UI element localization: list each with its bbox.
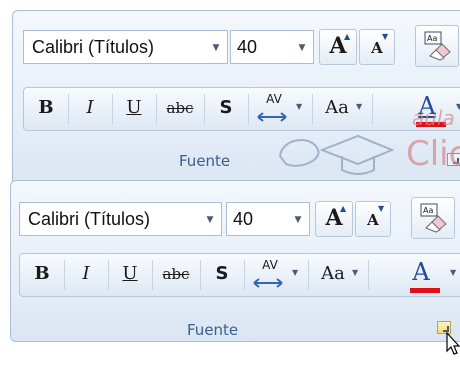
separator xyxy=(248,94,249,124)
separator xyxy=(204,94,205,124)
grow-font-button[interactable]: A ▲ xyxy=(315,201,353,237)
chevron-down-icon: ▼ xyxy=(356,102,363,111)
font-size-combo[interactable]: 40 ▼ xyxy=(226,202,310,236)
font-name-combo[interactable]: Calibri (Títulos) ▼ xyxy=(23,30,228,64)
chevron-down-icon: ▼ xyxy=(292,268,299,277)
spacing-arrows-icon xyxy=(253,278,283,288)
clear-formatting-button[interactable]: Aa xyxy=(411,197,455,239)
separator xyxy=(244,260,245,290)
chevron-down-icon[interactable]: ▼ xyxy=(209,41,223,55)
strikethrough-button[interactable]: abc xyxy=(158,88,202,130)
shadow-button[interactable]: S xyxy=(206,88,246,130)
font-color-button[interactable]: A ▼ xyxy=(404,88,460,130)
chevron-down-icon[interactable]: ▼ xyxy=(291,213,305,227)
shrink-font-icon: A xyxy=(371,39,383,57)
strikethrough-button[interactable]: abc xyxy=(154,254,198,296)
underline-button[interactable]: U xyxy=(110,254,150,296)
character-spacing-button[interactable]: AV ▼ xyxy=(250,88,310,130)
grow-font-button[interactable]: A ▲ xyxy=(319,29,357,65)
italic-button[interactable]: I xyxy=(70,88,110,130)
font-color-swatch xyxy=(410,288,440,293)
font-color-swatch xyxy=(416,122,446,127)
spacing-arrows-icon xyxy=(257,112,287,122)
font-size-value: 40 xyxy=(237,37,258,57)
separator xyxy=(64,260,65,290)
separator xyxy=(372,94,373,124)
chevron-down-icon: ▼ xyxy=(456,102,460,111)
separator xyxy=(156,94,157,124)
font-group-panel-bottom: Calibri (Títulos) ▼ 40 ▼ A ▲ A ▼ Aa B I … xyxy=(10,180,460,342)
shrink-font-icon: A xyxy=(367,211,379,229)
underline-button[interactable]: U xyxy=(114,88,154,130)
clear-formatting-button[interactable]: Aa xyxy=(415,25,459,67)
chevron-down-icon: ▼ xyxy=(450,268,457,277)
svg-text:Aa: Aa xyxy=(423,206,433,215)
shrink-font-button[interactable]: A ▼ xyxy=(359,29,395,65)
clear-formatting-icon: Aa xyxy=(424,31,451,61)
clear-formatting-icon: Aa xyxy=(420,203,447,233)
mouse-cursor-icon xyxy=(446,332,460,355)
italic-button[interactable]: I xyxy=(66,254,106,296)
font-name-value: Calibri (Títulos) xyxy=(32,37,155,57)
separator xyxy=(112,94,113,124)
change-case-button[interactable]: Aa ▼ xyxy=(310,254,366,296)
font-size-combo[interactable]: 40 ▼ xyxy=(230,30,314,64)
chevron-down-icon: ▼ xyxy=(296,102,303,111)
arrow-down-icon: ▼ xyxy=(378,204,385,213)
shadow-button[interactable]: S xyxy=(202,254,242,296)
separator xyxy=(68,94,69,124)
chevron-down-icon[interactable]: ▼ xyxy=(203,213,217,227)
bold-button[interactable]: B xyxy=(22,254,62,296)
separator xyxy=(152,260,153,290)
chevron-down-icon[interactable]: ▼ xyxy=(295,41,309,55)
chevron-down-icon: ▼ xyxy=(352,268,359,277)
separator xyxy=(108,260,109,290)
arrow-up-icon: ▲ xyxy=(344,32,351,41)
bold-button[interactable]: B xyxy=(26,88,66,130)
group-label-fuente: Fuente xyxy=(187,321,239,339)
font-size-value: 40 xyxy=(233,209,254,229)
svg-text:Aa: Aa xyxy=(427,34,437,43)
format-button-strip: B I U abc S AV ▼ Aa ▼ xyxy=(19,253,460,297)
separator xyxy=(200,260,201,290)
grow-font-icon: A xyxy=(329,33,347,59)
group-label-fuente: Fuente xyxy=(179,152,231,170)
change-case-button[interactable]: Aa ▼ xyxy=(314,88,370,130)
font-name-combo[interactable]: Calibri (Títulos) ▼ xyxy=(19,202,222,236)
arrow-up-icon: ▲ xyxy=(340,204,347,213)
shrink-font-button[interactable]: A ▼ xyxy=(355,201,391,237)
font-color-button[interactable]: A ▼ xyxy=(398,254,460,296)
grow-font-icon: A xyxy=(325,205,343,231)
separator xyxy=(368,260,369,290)
arrow-down-icon: ▼ xyxy=(382,32,389,41)
character-spacing-button[interactable]: AV ▼ xyxy=(246,254,306,296)
font-group-panel-top: Calibri (Títulos) ▼ 40 ▼ A ▲ A ▼ Aa B I … xyxy=(12,10,460,186)
dialog-launcher-icon[interactable] xyxy=(447,153,460,166)
font-name-value: Calibri (Títulos) xyxy=(28,209,151,229)
format-button-strip: B I U abc S AV ▼ Aa ▼ xyxy=(23,87,460,131)
